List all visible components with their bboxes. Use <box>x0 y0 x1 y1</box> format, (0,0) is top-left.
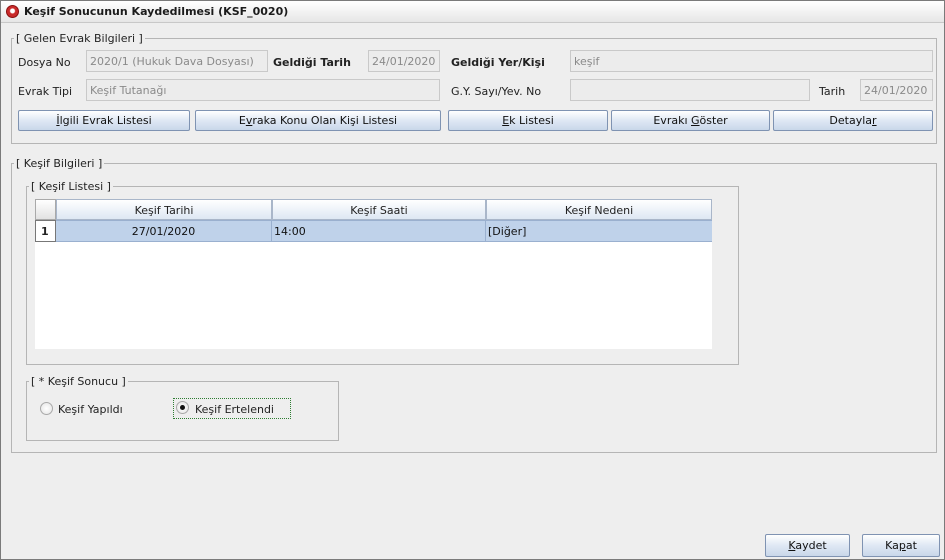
gy-sayi-label: G.Y. Sayı/Yev. No <box>451 85 542 98</box>
kesif-sonucu-legend: [ * Keşif Sonucu ] <box>31 375 126 388</box>
button-label-part: Detayla <box>829 114 873 127</box>
dosya-no-field[interactable]: 2020/1 (Hukuk Dava Dosyası) <box>86 50 268 72</box>
button-label-part: E <box>238 114 246 127</box>
button-label-part: aydet <box>795 539 827 552</box>
evraki-goster-button[interactable]: Evrakı Göster <box>611 110 770 131</box>
geldigi-yer-label: Geldiği Yer/Kişi <box>451 56 545 69</box>
kesif-bilgileri-legend: [ Keşif Bilgileri ] <box>16 157 103 170</box>
mnemonic-key: r <box>872 114 877 127</box>
tarih-label: Tarih <box>819 85 846 98</box>
col-header-kesif-nedeni[interactable]: Keşif Nedeni <box>486 199 712 220</box>
geldigi-yer-field[interactable]: keşif <box>570 50 933 72</box>
gy-sayi-field[interactable] <box>570 79 810 101</box>
evrak-tipi-field[interactable]: Keşif Tutanağı <box>86 79 440 101</box>
kesif-ertelendi-label[interactable]: Keşif Ertelendi <box>195 403 274 416</box>
title-bar: Keşif Sonucunun Kaydedilmesi (KSF_0020) <box>1 1 944 23</box>
detaylar-button[interactable]: Detaylar <box>773 110 933 131</box>
table-corner <box>35 199 56 220</box>
window-title: Keşif Sonucunun Kaydedilmesi (KSF_0020) <box>24 5 289 18</box>
ilgili-evrak-listesi-button[interactable]: İlgili Evrak Listesi <box>18 110 190 131</box>
cell-kesif-tarihi[interactable]: 27/01/2020 <box>56 221 272 242</box>
button-label-part: Evrakı <box>653 114 692 127</box>
button-label-part: at <box>905 539 917 552</box>
mnemonic-key: p <box>898 539 906 552</box>
table-row[interactable]: 27/01/2020 14:00 [Diğer] <box>56 220 712 242</box>
geldigi-tarih-label: Geldiği Tarih <box>273 56 351 69</box>
cell-kesif-nedeni[interactable]: [Diğer] <box>486 221 712 242</box>
col-header-kesif-saati[interactable]: Keşif Saati <box>272 199 486 220</box>
evrak-tipi-label: Evrak Tipi <box>18 85 73 98</box>
gelen-evrak-legend: [ Gelen Evrak Bilgileri ] <box>16 32 143 45</box>
col-header-kesif-tarihi[interactable]: Keşif Tarihi <box>56 199 272 220</box>
kesif-listesi-legend: [ Keşif Listesi ] <box>31 180 111 193</box>
button-label-part: Ka <box>885 539 899 552</box>
konu-kisi-listesi-button[interactable]: Evraka Konu Olan Kişi Listesi <box>195 110 441 131</box>
kesif-ertelendi-radio[interactable] <box>176 401 189 414</box>
dosya-no-label: Dosya No <box>18 56 71 69</box>
ek-listesi-button[interactable]: Ek Listesi <box>448 110 608 131</box>
mnemonic-key: G <box>691 114 700 127</box>
cell-kesif-saati[interactable]: 14:00 <box>272 221 486 242</box>
kesif-table[interactable]: Keşif Tarihi Keşif Saati Keşif Nedeni 1 … <box>35 199 712 349</box>
button-label-part: k Listesi <box>509 114 554 127</box>
kesif-yapildi-radio[interactable] <box>40 402 53 415</box>
kesif-yapildi-label[interactable]: Keşif Yapıldı <box>58 403 123 416</box>
tarih-field[interactable]: 24/01/2020 <box>860 79 933 101</box>
button-label-part: raka Konu Olan Kişi Listesi <box>252 114 398 127</box>
geldigi-tarih-field[interactable]: 24/01/2020 1 <box>368 50 440 72</box>
button-label-part: öster <box>699 114 728 127</box>
kapat-button[interactable]: Kapat <box>862 534 940 557</box>
row-number[interactable]: 1 <box>35 220 56 242</box>
main-window: Keşif Sonucunun Kaydedilmesi (KSF_0020) … <box>0 0 945 560</box>
kaydet-button[interactable]: Kaydet <box>765 534 850 557</box>
button-label-part: lgili Evrak Listesi <box>59 114 152 127</box>
app-logo-icon <box>6 5 19 18</box>
